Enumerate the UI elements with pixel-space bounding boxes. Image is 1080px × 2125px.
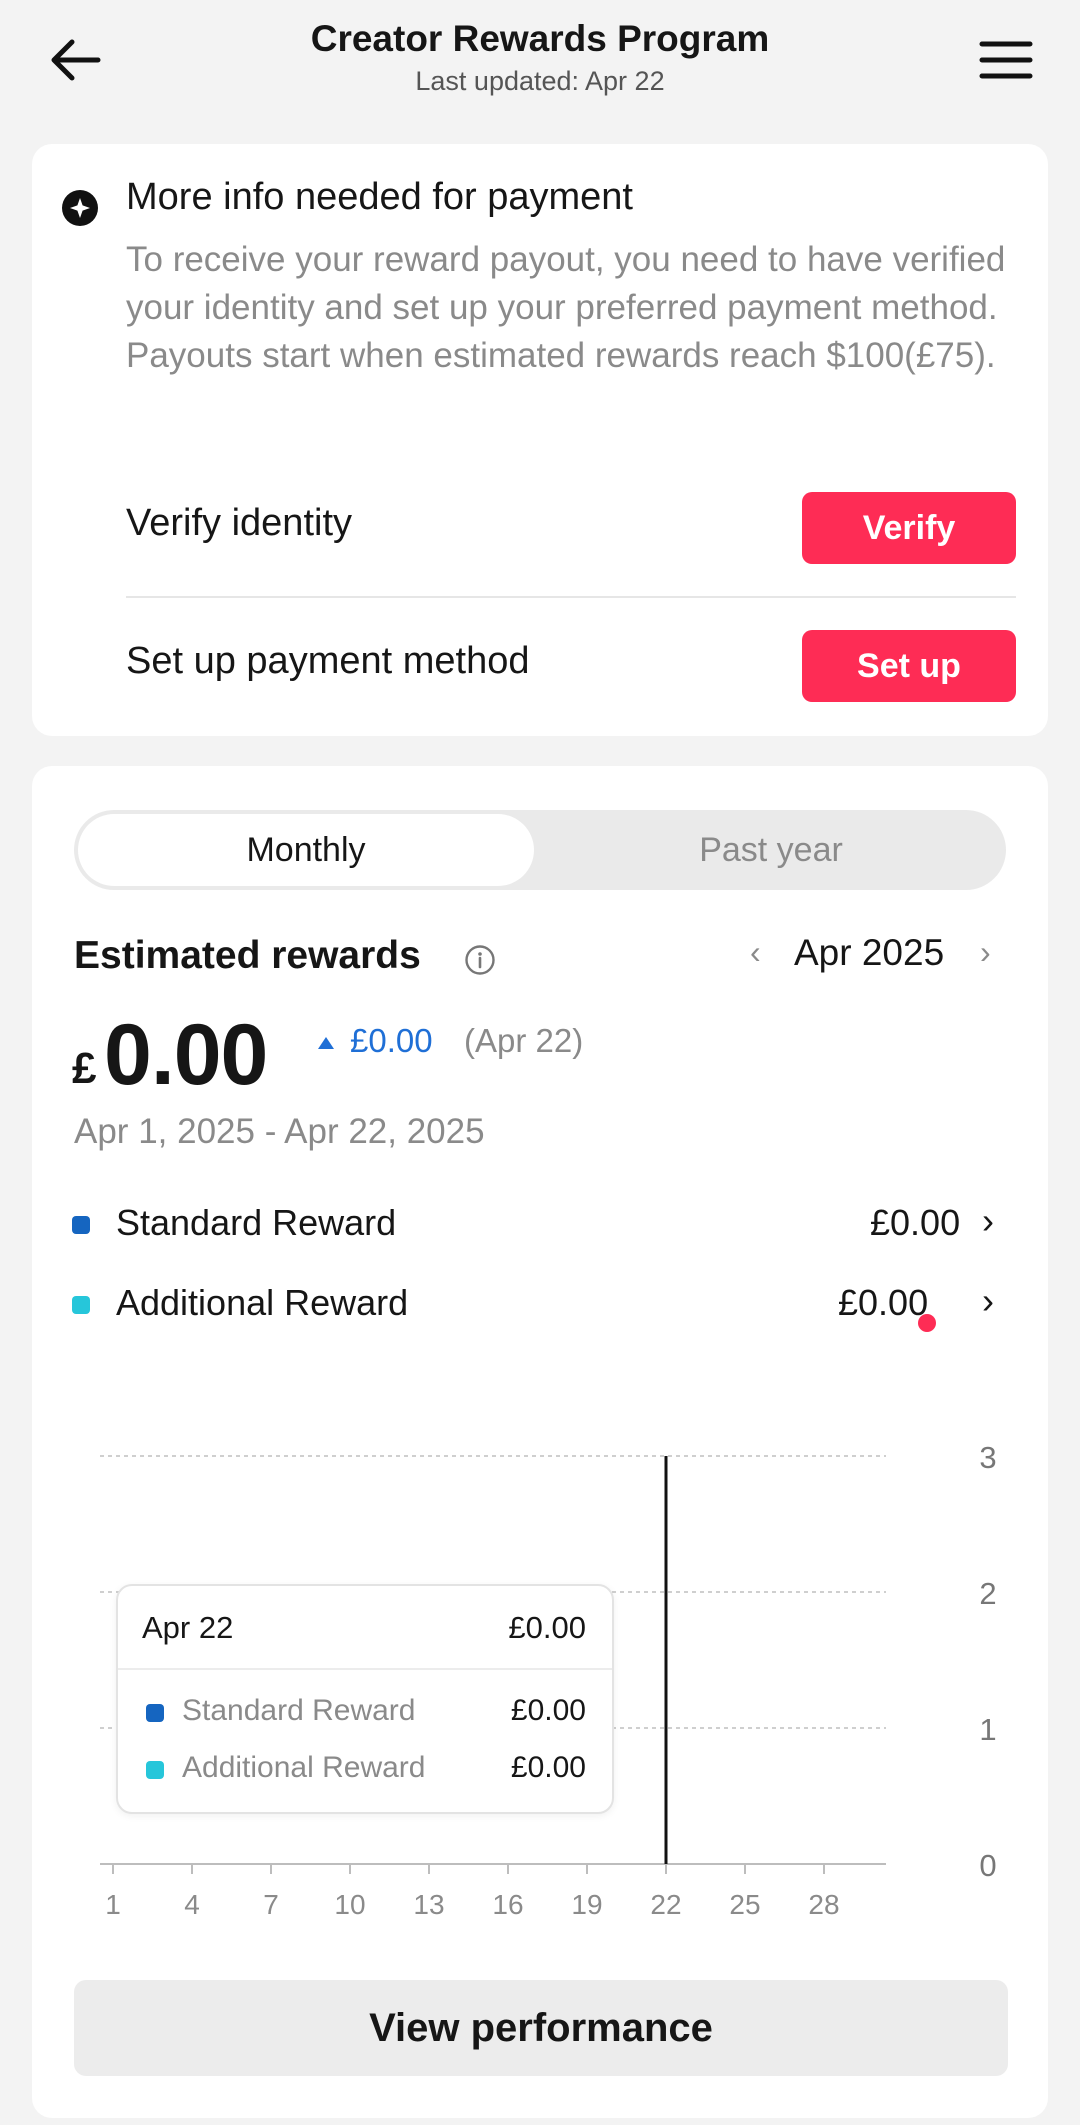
tooltip-standard-value: £0.00 <box>510 1694 586 1727</box>
last-updated-text: Last updated: Apr 22 <box>415 66 665 96</box>
chevron-right-icon: › <box>982 1200 994 1241</box>
menu-button[interactable] <box>978 30 1034 90</box>
chevron-right-icon: › <box>982 1280 994 1321</box>
total-amount: 0.00 <box>104 1007 268 1103</box>
month-selector: Apr 2025 <box>794 932 945 973</box>
standard-reward-label: Standard Reward <box>116 1202 397 1243</box>
up-arrow-icon <box>318 1037 334 1049</box>
tooltip-additional-swatch <box>146 1761 164 1779</box>
tooltip-divider <box>118 1668 612 1670</box>
currency-symbol: £ <box>72 1044 97 1093</box>
hamburger-icon <box>979 41 1033 79</box>
page-title: Creator Rewards Program <box>310 18 770 59</box>
additional-reward-value: £0.00 <box>838 1282 929 1323</box>
notice-title: More info needed for payment <box>126 176 633 218</box>
verify-button[interactable]: Verify <box>802 492 1016 564</box>
set-up-button[interactable]: Set up <box>802 630 1016 702</box>
tooltip-additional-label: Additional Reward <box>182 1751 426 1784</box>
delta-amount: £0.00 <box>350 1022 433 1059</box>
prev-month-button[interactable]: ‹ <box>750 934 761 971</box>
view-performance-button[interactable]: View performance <box>74 1980 1008 2076</box>
tooltip-standard-swatch <box>146 1704 164 1722</box>
additional-reward-label: Additional Reward <box>116 1282 409 1323</box>
next-month-button[interactable]: › <box>980 934 991 971</box>
delta-date: (Apr 22) <box>464 1022 584 1059</box>
rewards-card: Monthly Past year Estimated rewards ‹ Ap… <box>32 766 1048 2118</box>
top-bar: Creator Rewards Program Last updated: Ap… <box>0 0 1080 130</box>
tab-monthly[interactable]: Monthly <box>78 814 534 886</box>
verify-identity-label: Verify identity <box>126 502 352 544</box>
estimated-rewards-title: Estimated rewards <box>74 934 421 977</box>
period-tabs: Monthly Past year <box>74 810 1006 890</box>
chart-tooltip: Apr 22 £0.00 Standard Reward £0.00 Addit… <box>116 1584 614 1814</box>
payment-method-label: Set up payment method <box>126 640 530 682</box>
additional-reward-swatch <box>72 1296 90 1314</box>
info-icon[interactable] <box>464 944 496 976</box>
tooltip-date: Apr 22 <box>142 1610 234 1645</box>
tab-past-year[interactable]: Past year <box>540 814 1002 886</box>
tooltip-additional-value: £0.00 <box>510 1751 586 1784</box>
divider <box>126 596 1016 598</box>
payment-info-card: More info needed for payment To receive … <box>32 144 1048 736</box>
alert-dot <box>918 1314 936 1332</box>
standard-reward-value: £0.00 <box>870 1202 961 1243</box>
standard-reward-swatch <box>72 1216 90 1234</box>
plus-badge-icon <box>62 190 98 226</box>
notice-body: To receive your reward payout, you need … <box>126 240 1006 375</box>
tooltip-standard-label: Standard Reward <box>182 1694 416 1727</box>
date-range: Apr 1, 2025 - Apr 22, 2025 <box>74 1112 485 1151</box>
tooltip-total: £0.00 <box>508 1610 586 1645</box>
